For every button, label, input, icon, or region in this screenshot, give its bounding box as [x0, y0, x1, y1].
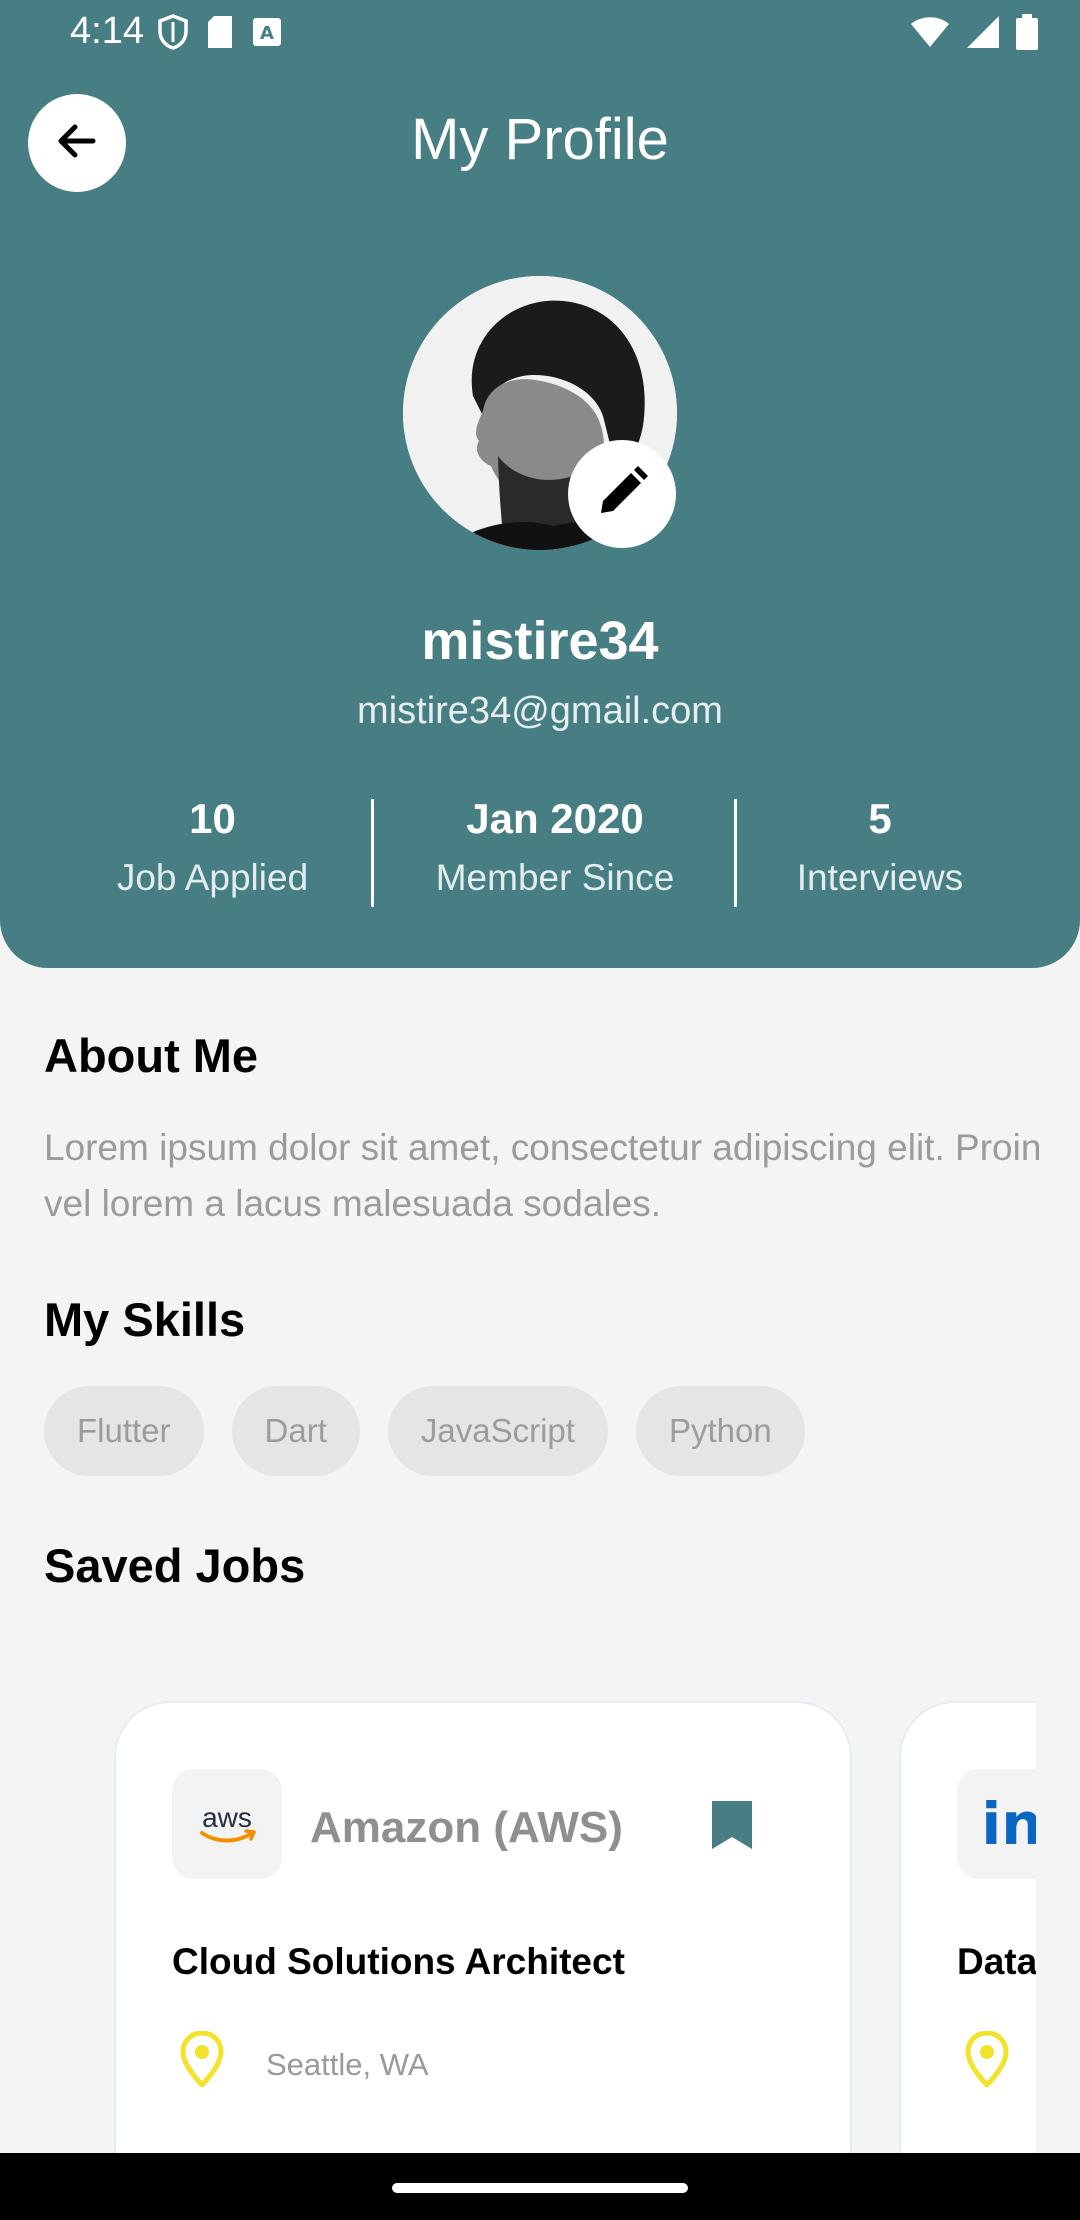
stat-label: Member Since	[435, 857, 675, 898]
aws-logo: aws	[172, 1769, 282, 1879]
system-nav-bar	[0, 2153, 1080, 2220]
skill-chip[interactable]: Dart	[231, 1386, 360, 1476]
wifi-icon	[910, 15, 950, 54]
status-icons-left: A	[158, 14, 282, 55]
battery-icon	[1016, 14, 1038, 55]
stat-divider	[371, 799, 374, 907]
about-text: Lorem ipsum dolor sit amet, consectetur …	[44, 1127, 1042, 1224]
svg-text:A: A	[260, 23, 274, 44]
skill-chip[interactable]: Flutter	[44, 1386, 204, 1476]
stat-value: 5	[868, 795, 892, 842]
job-location: Seattle, WA	[266, 2047, 429, 2082]
saved-jobs-carousel[interactable]: aws Amazon (AWS) Cloud Solutions Archite…	[0, 1695, 1036, 2153]
stat-label: Interviews	[796, 857, 964, 898]
stat-divider	[734, 799, 737, 907]
stat-member-since: Jan 2020 Member Since	[380, 795, 730, 899]
svg-text:aws: aws	[202, 1802, 252, 1833]
skills-heading: My Skills	[44, 1293, 246, 1346]
sd-card-icon	[206, 15, 234, 54]
bookmark-filled-icon	[710, 1801, 754, 1855]
stat-value: Jan 2020	[466, 795, 644, 842]
skill-chip[interactable]: Python	[635, 1386, 805, 1476]
edit-avatar-button[interactable]	[568, 440, 676, 548]
saved-jobs-heading: Saved Jobs	[44, 1539, 306, 1592]
skills-list: Flutter Dart JavaScript Python	[44, 1386, 805, 1476]
status-bar: 4:14 A	[0, 0, 1080, 66]
status-icons-right	[910, 14, 1038, 55]
location-pin-icon	[965, 2030, 1009, 2092]
signal-icon	[966, 15, 1000, 54]
bookmark-button[interactable]	[710, 1799, 754, 1856]
profile-stats: 10 Job Applied Jan 2020 Member Since 5 I…	[0, 795, 1080, 910]
stat-interviews: 5 Interviews	[745, 795, 1015, 899]
stat-jobs-applied: 10 Job Applied	[60, 795, 365, 899]
job-card[interactable]: in Data	[899, 1701, 1036, 2153]
linkedin-logo: in	[957, 1769, 1036, 1879]
status-time: 4:14	[70, 10, 144, 52]
keyboard-a-icon: A	[252, 17, 282, 52]
location-pin-icon	[180, 2030, 224, 2092]
stat-value: 10	[189, 795, 236, 842]
pencil-icon	[595, 465, 649, 524]
job-card[interactable]: aws Amazon (AWS) Cloud Solutions Archite…	[114, 1701, 852, 2153]
job-title: Cloud Solutions Architect	[172, 1941, 625, 1982]
company-name: Amazon (AWS)	[310, 1803, 623, 1852]
home-gesture-handle[interactable]	[392, 2183, 688, 2193]
job-title: Data	[957, 1941, 1036, 1982]
profile-header: 4:14 A My Profile mistire34 mistire34@gm…	[0, 0, 1080, 968]
shield-icon	[158, 14, 188, 55]
about-heading: About Me	[44, 1029, 259, 1082]
profile-username: mistire34	[421, 611, 659, 671]
profile-email: mistire34@gmail.com	[357, 690, 723, 732]
stat-label: Job Applied	[116, 857, 309, 898]
page-title: My Profile	[411, 107, 669, 172]
skill-chip[interactable]: JavaScript	[387, 1386, 608, 1476]
